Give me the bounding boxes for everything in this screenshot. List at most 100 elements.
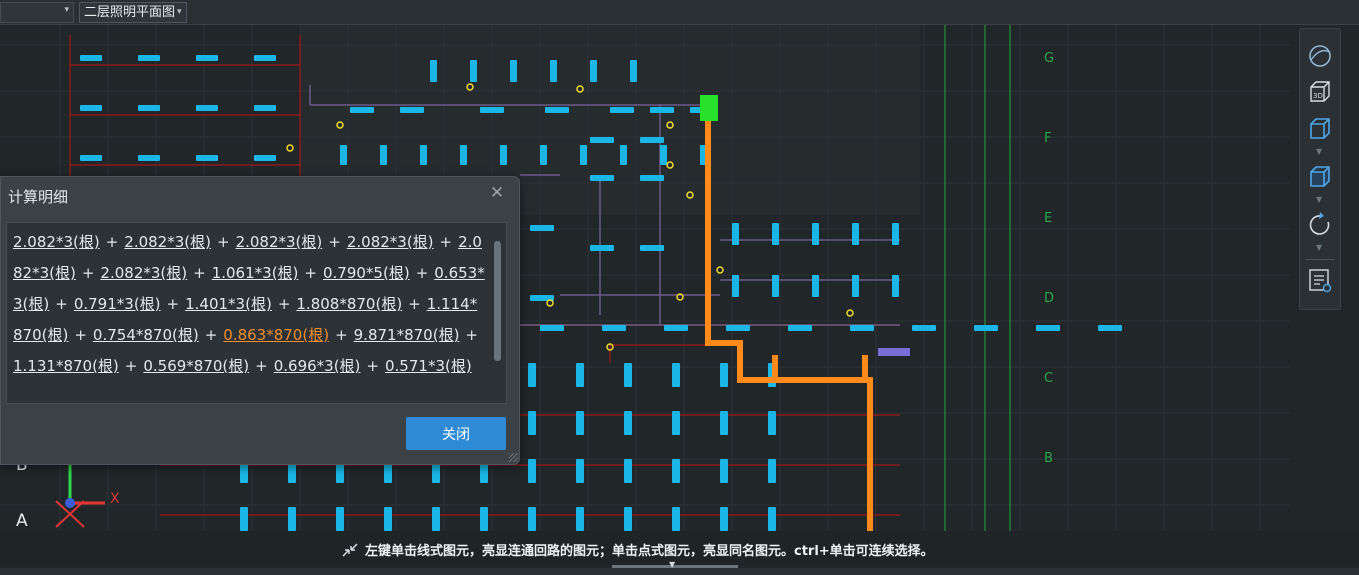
formula-term[interactable]: 2.082*3(根) bbox=[124, 233, 211, 251]
calculation-formula: 2.082*3(根) +2.082*3(根) +2.082*3(根) +2.082*3… bbox=[13, 227, 485, 382]
light-fixture bbox=[624, 363, 632, 387]
light-fixture bbox=[340, 145, 347, 165]
formula-operator: + bbox=[216, 233, 230, 251]
light-fixture bbox=[640, 137, 664, 143]
scrollbar-thumb[interactable] bbox=[494, 241, 501, 361]
formula-operator: + bbox=[166, 295, 180, 313]
formula-operator: + bbox=[408, 295, 421, 313]
close-icon[interactable]: ✕ bbox=[487, 183, 507, 203]
3d-view-icon[interactable]: 3D bbox=[1307, 79, 1333, 105]
light-fixture bbox=[788, 325, 812, 331]
light-fixture bbox=[288, 507, 296, 531]
light-fixture bbox=[432, 507, 440, 531]
light-fixture bbox=[732, 223, 739, 245]
formula-operator: + bbox=[193, 264, 206, 282]
light-fixture bbox=[812, 223, 819, 245]
drawing-name: 二层照明平面图 bbox=[84, 5, 176, 20]
view-toolbar: 3D ▼ ▼ ▼ bbox=[1299, 28, 1341, 310]
formula-operator: + bbox=[277, 295, 291, 313]
formula-operator: + bbox=[304, 264, 317, 282]
formula-operator: + bbox=[55, 295, 68, 313]
formula-term[interactable]: 0.790*5(根) bbox=[323, 264, 410, 282]
switch-symbol bbox=[286, 144, 294, 152]
light-fixture bbox=[240, 507, 248, 531]
chevron-down-icon[interactable]: ▼ bbox=[1316, 195, 1322, 204]
light-fixture bbox=[892, 223, 899, 245]
distribution-box bbox=[878, 348, 910, 356]
light-fixture bbox=[720, 459, 728, 483]
formula-term[interactable]: 0.754*870(根) bbox=[93, 326, 199, 344]
light-fixture bbox=[1036, 325, 1060, 331]
light-fixture bbox=[768, 507, 776, 531]
chevron-down-icon: ▾ bbox=[64, 5, 69, 15]
formula-term[interactable]: 1.808*870(根) bbox=[296, 295, 402, 313]
light-fixture bbox=[768, 411, 776, 435]
light-fixture bbox=[528, 363, 536, 387]
resize-grip[interactable] bbox=[509, 453, 518, 462]
grid-axis-label: F bbox=[1044, 131, 1051, 146]
light-fixture bbox=[540, 145, 547, 165]
formula-term[interactable]: 0.569*870(根) bbox=[143, 357, 249, 375]
light-fixture bbox=[80, 155, 102, 161]
grid-axis-label: E bbox=[1044, 211, 1052, 226]
light-fixture bbox=[384, 507, 392, 531]
light-fixture bbox=[576, 459, 584, 483]
light-fixture bbox=[80, 105, 102, 111]
rotate-icon[interactable] bbox=[1307, 211, 1333, 237]
formula-term[interactable]: 0.791*3(根) bbox=[74, 295, 161, 313]
formula-term[interactable]: 1.131*870(根) bbox=[13, 357, 119, 375]
formula-operator: + bbox=[255, 357, 268, 375]
formula-term[interactable]: 2.082*3(根) bbox=[100, 264, 187, 282]
drawing-select[interactable]: 二层照明平面图 ▾ bbox=[79, 2, 187, 23]
formula-operator: + bbox=[74, 326, 87, 344]
formula-term[interactable]: 2.082*3(根) bbox=[13, 233, 100, 251]
light-fixture bbox=[720, 411, 728, 435]
formula-term[interactable]: 1.061*3(根) bbox=[212, 264, 299, 282]
light-fixture bbox=[726, 325, 750, 331]
formula-term[interactable]: 2.082*3(根) bbox=[347, 233, 434, 251]
light-fixture bbox=[528, 411, 536, 435]
chevron-down-icon[interactable]: ▼ bbox=[1316, 147, 1322, 156]
light-fixture bbox=[196, 55, 218, 61]
view-cube-solid-icon[interactable] bbox=[1307, 164, 1333, 190]
light-fixture bbox=[545, 107, 569, 113]
origin-gizmo bbox=[65, 498, 75, 508]
formula-operator: + bbox=[124, 357, 138, 375]
formula-term[interactable]: 0.863*870(根) bbox=[223, 326, 329, 344]
light-fixture bbox=[138, 105, 160, 111]
formula-operator: + bbox=[81, 264, 95, 282]
formula-term[interactable]: 9.871*870(根) bbox=[354, 326, 460, 344]
chevron-down-icon[interactable]: ▼ bbox=[1316, 243, 1322, 252]
light-fixture bbox=[590, 175, 614, 181]
light-fixture bbox=[912, 325, 936, 331]
light-fixture bbox=[530, 225, 554, 231]
formula-term[interactable]: 1.401*3(根) bbox=[185, 295, 272, 313]
light-fixture bbox=[254, 155, 276, 161]
formula-operator: + bbox=[465, 326, 478, 344]
x-axis-label: X bbox=[110, 491, 120, 507]
light-fixture bbox=[630, 60, 637, 82]
light-fixture bbox=[732, 275, 739, 297]
light-fixture bbox=[720, 363, 728, 387]
calculation-formula-box[interactable]: 2.082*3(根) +2.082*3(根) +2.082*3(根) +2.082*3… bbox=[6, 222, 507, 404]
collapse-arrows-icon bbox=[342, 543, 358, 556]
light-fixture bbox=[640, 175, 664, 181]
floor-select[interactable]: ▾ bbox=[0, 2, 74, 23]
light-fixture bbox=[974, 325, 998, 331]
formula-term[interactable]: 2.082*3(根) bbox=[236, 233, 323, 251]
formula-term[interactable]: 0.571*3(根) bbox=[385, 357, 472, 375]
grid-axis-label: C bbox=[1044, 371, 1053, 386]
layer-display-icon[interactable] bbox=[1307, 267, 1333, 293]
view-cube-icon[interactable] bbox=[1307, 116, 1333, 142]
formula-operator: + bbox=[439, 233, 453, 251]
light-fixture bbox=[660, 145, 667, 165]
orbit-icon[interactable] bbox=[1307, 43, 1333, 69]
formula-term[interactable]: 0.696*3(根) bbox=[274, 357, 361, 375]
light-fixture bbox=[664, 325, 688, 331]
close-button[interactable]: 关闭 bbox=[406, 417, 506, 450]
light-fixture bbox=[624, 507, 632, 531]
light-fixture bbox=[624, 459, 632, 483]
light-fixture bbox=[470, 60, 477, 82]
svg-text:3D: 3D bbox=[1313, 92, 1323, 100]
light-fixture bbox=[576, 507, 584, 531]
